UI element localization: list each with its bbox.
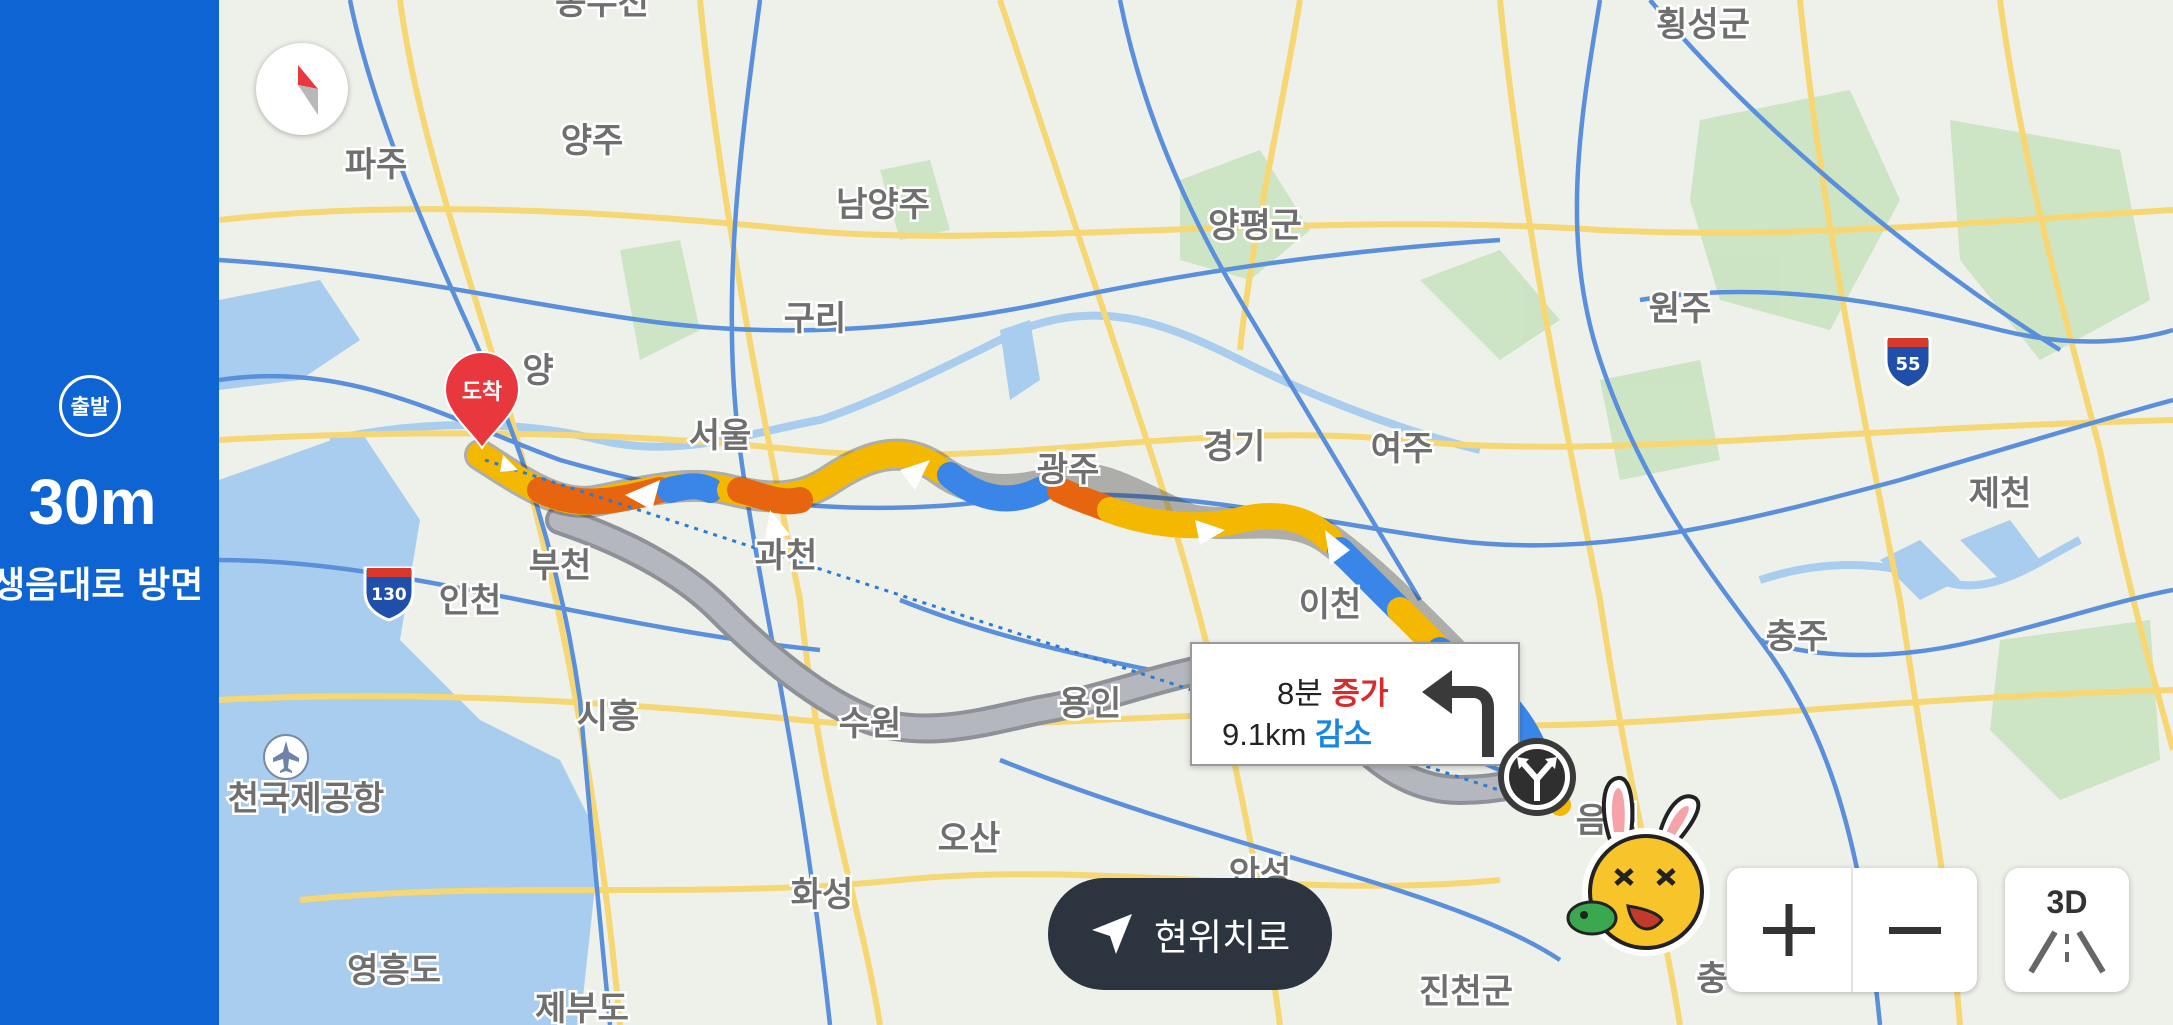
compass-icon [298,65,318,115]
city-label-gyeonggi: 경기 [1203,427,1266,467]
city-label-yang_partial: 양 [522,351,553,391]
time-change-prefix: 8분 [1277,676,1332,711]
road-perspective-icon [2028,930,2106,974]
city-label-gwacheon: 과천 [755,536,818,576]
city-label-wonju: 원주 [1649,289,1712,329]
city-label-hwaseong: 화성 [791,875,854,915]
route-seg-congested-2 [727,477,813,515]
city-label-hoengseong: 횡성군 [1656,5,1750,45]
city-label-siheung: 시흥 [577,697,640,737]
city-label-bucheon: 부천 [529,546,592,586]
city-label-yeongheungdo: 영흥도 [347,951,441,991]
city-label-gwangju: 광주 [1037,450,1100,490]
zoom-out-button[interactable] [1853,868,1977,992]
distance-to-turn: 30m [28,466,157,538]
alternative-route-info[interactable]: 8분 증가 9.1km 감소 [1190,642,1520,766]
zoom-in-button[interactable] [1727,868,1851,992]
city-label-jebudo: 제부도 [535,989,629,1025]
city-label-guri: 구리 [784,299,847,339]
shield-130-label: 130 [371,585,407,605]
distance-change-line: 9.1km 감소 [1222,709,1372,754]
time-change-line: 8분 증가 [1277,668,1388,713]
city-label-paju: 파주 [345,145,408,185]
3d-view-button[interactable]: 3D [2005,868,2129,992]
3d-label: 3D [2046,884,2088,920]
plus-icon [1763,904,1815,956]
destination-label: 도착 [462,380,502,405]
city-label-top_partial: 동두천 [555,0,649,23]
direction-text: 생음대로 방면 [0,565,204,606]
city-label-yangpyeong: 양평군 [1208,206,1302,246]
distance-change-prefix: 9.1km [1222,717,1316,752]
city-label-seoul: 서울 [689,416,752,456]
city-label-yongin: 용인 [1059,684,1122,724]
city-label-incheon: 인천 [439,581,502,621]
city-label-namyangju: 남양주 [836,185,930,225]
distance-change-word: 감소 [1315,717,1373,752]
minus-icon [1889,927,1941,934]
time-change-word: 증가 [1331,676,1389,711]
departure-badge: 출발 [59,375,121,437]
city-label-yangju: 양주 [561,121,624,161]
turn-left-arrow-icon [1422,670,1494,757]
guidance-panel: 출발 30m 생음대로 방면 [0,0,219,1025]
city-label-osan: 오산 [938,819,1001,859]
recenter-button[interactable]: 현위치로 [1048,878,1332,990]
compass-button[interactable] [256,43,348,135]
airport-icon [263,734,309,780]
city-label-icheon: 이천 [1299,585,1362,625]
location-arrow-icon [1092,914,1132,954]
recenter-label: 현위치로 [1154,916,1291,959]
city-label-jecheon: 제천 [1969,474,2032,514]
zoom-controls [1727,868,1977,992]
city-label-suwon: 수원 [839,704,902,744]
city-label-chungju: 충주 [1766,617,1829,657]
shield-55-label: 55 [1895,354,1920,375]
city-label-airport: 천국제공항 [228,779,384,819]
city-label-jincheon: 진천군 [1419,972,1513,1012]
city-label-yeoju: 여주 [1371,429,1434,469]
mascot-character [1566,776,1710,956]
route-seg-smooth-1 [657,473,723,503]
